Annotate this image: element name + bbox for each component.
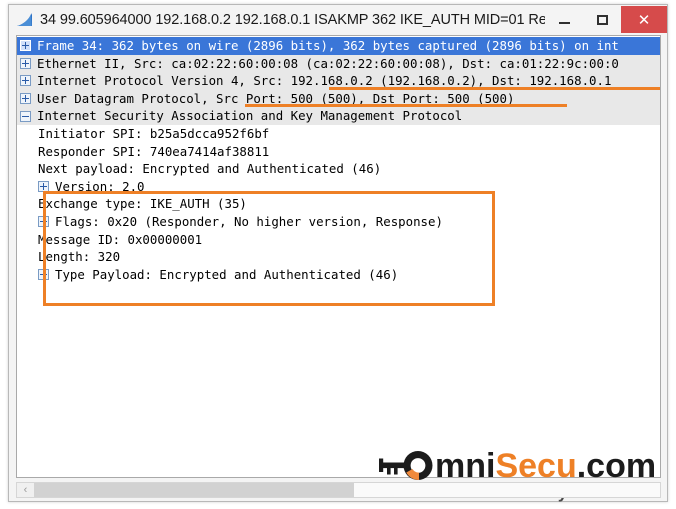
packet-tree-row-label: Flags: 0x20 (Responder, No higher versio…	[55, 213, 443, 229]
packet-tree-row-label: Frame 34: 362 bytes on wire (2896 bits),…	[37, 38, 619, 53]
packet-tree-row[interactable]: Flags: 0x20 (Responder, No higher versio…	[17, 212, 660, 231]
expand-icon[interactable]	[38, 216, 49, 228]
close-icon: ✕	[637, 11, 651, 29]
scrollbar-thumb[interactable]	[34, 483, 354, 497]
packet-tree-row-label: Internet Security Association and Key Ma…	[37, 108, 463, 124]
logo-text-secu: Secu	[495, 447, 577, 485]
expand-icon[interactable]	[20, 93, 31, 105]
packet-details-pane[interactable]: Frame 34: 362 bytes on wire (2896 bits),…	[16, 35, 661, 478]
logo-text-dotcom: .com	[576, 447, 657, 485]
wireshark-shark-fin-icon	[17, 12, 32, 26]
maximize-button[interactable]	[583, 6, 621, 33]
packet-tree-row[interactable]: Ethernet II, Src: ca:02:22:60:00:08 (ca:…	[17, 54, 660, 73]
maximize-icon	[596, 14, 608, 25]
packet-tree-row-label: Message ID: 0x00000001	[38, 231, 203, 247]
packet-tree-row-label: Length: 320	[38, 249, 121, 265]
packet-tree-row-label: Responder SPI: 740ea7414af38811	[38, 143, 270, 159]
packet-tree-row-label: Next payload: Encrypted and Authenticate…	[38, 161, 382, 177]
horizontal-scrollbar[interactable]: ‹	[16, 482, 661, 498]
packet-tree-row-label: Ethernet II, Src: ca:02:22:60:00:08 (ca:…	[37, 55, 619, 71]
packet-tree-row[interactable]: Responder SPI: 740ea7414af38811	[17, 142, 660, 161]
packet-tree-row[interactable]: Exchange type: IKE_AUTH (35)	[17, 195, 660, 213]
minimize-icon	[558, 21, 570, 24]
packet-tree-row-label: Type Payload: Encrypted and Authenticate…	[55, 266, 399, 282]
packet-tree-row[interactable]: Length: 320	[17, 248, 660, 266]
logo-wordmark: mni Secu .com	[375, 446, 657, 486]
close-button[interactable]: ✕	[621, 6, 667, 33]
packet-tree-row[interactable]: Type Payload: Encrypted and Authenticate…	[17, 265, 660, 284]
expand-icon[interactable]	[20, 40, 31, 52]
scrollbar-track[interactable]	[354, 483, 660, 497]
window-title: 34 99.605964000 192.168.0.2 192.168.0.1 …	[40, 11, 545, 28]
packet-tree-row[interactable]: Message ID: 0x00000001	[17, 230, 660, 249]
logo-text-omni: mni	[435, 447, 496, 485]
packet-tree-row-label: Initiator SPI: b25a5dcca952f6bf	[38, 125, 270, 141]
expand-icon[interactable]	[20, 75, 31, 87]
packet-tree: Frame 34: 362 bytes on wire (2896 bits),…	[17, 36, 660, 284]
scroll-left-arrow-icon[interactable]: ‹	[17, 483, 34, 497]
packet-tree-row[interactable]: Initiator SPI: b25a5dcca952f6bf	[17, 124, 660, 143]
packet-tree-row-label: Exchange type: IKE_AUTH (35)	[38, 196, 247, 212]
expand-icon[interactable]	[38, 181, 49, 193]
expand-icon[interactable]	[20, 57, 31, 69]
key-icon	[379, 451, 433, 480]
packet-tree-row[interactable]: Internet Security Association and Key Ma…	[17, 107, 660, 125]
packet-tree-row-label: Version: 2.0	[55, 178, 145, 194]
title-bar: 34 99.605964000 192.168.0.2 192.168.0.1 …	[9, 5, 667, 34]
expand-icon[interactable]	[38, 269, 49, 281]
packet-tree-row[interactable]: Next payload: Encrypted and Authenticate…	[17, 160, 660, 178]
wireshark-packet-detail-window: 34 99.605964000 192.168.0.2 192.168.0.1 …	[8, 4, 668, 502]
collapse-icon[interactable]	[20, 110, 31, 122]
packet-tree-row[interactable]: Version: 2.0	[17, 177, 660, 196]
packet-tree-row[interactable]: Frame 34: 362 bytes on wire (2896 bits),…	[17, 37, 660, 55]
minimize-button[interactable]	[545, 6, 583, 33]
